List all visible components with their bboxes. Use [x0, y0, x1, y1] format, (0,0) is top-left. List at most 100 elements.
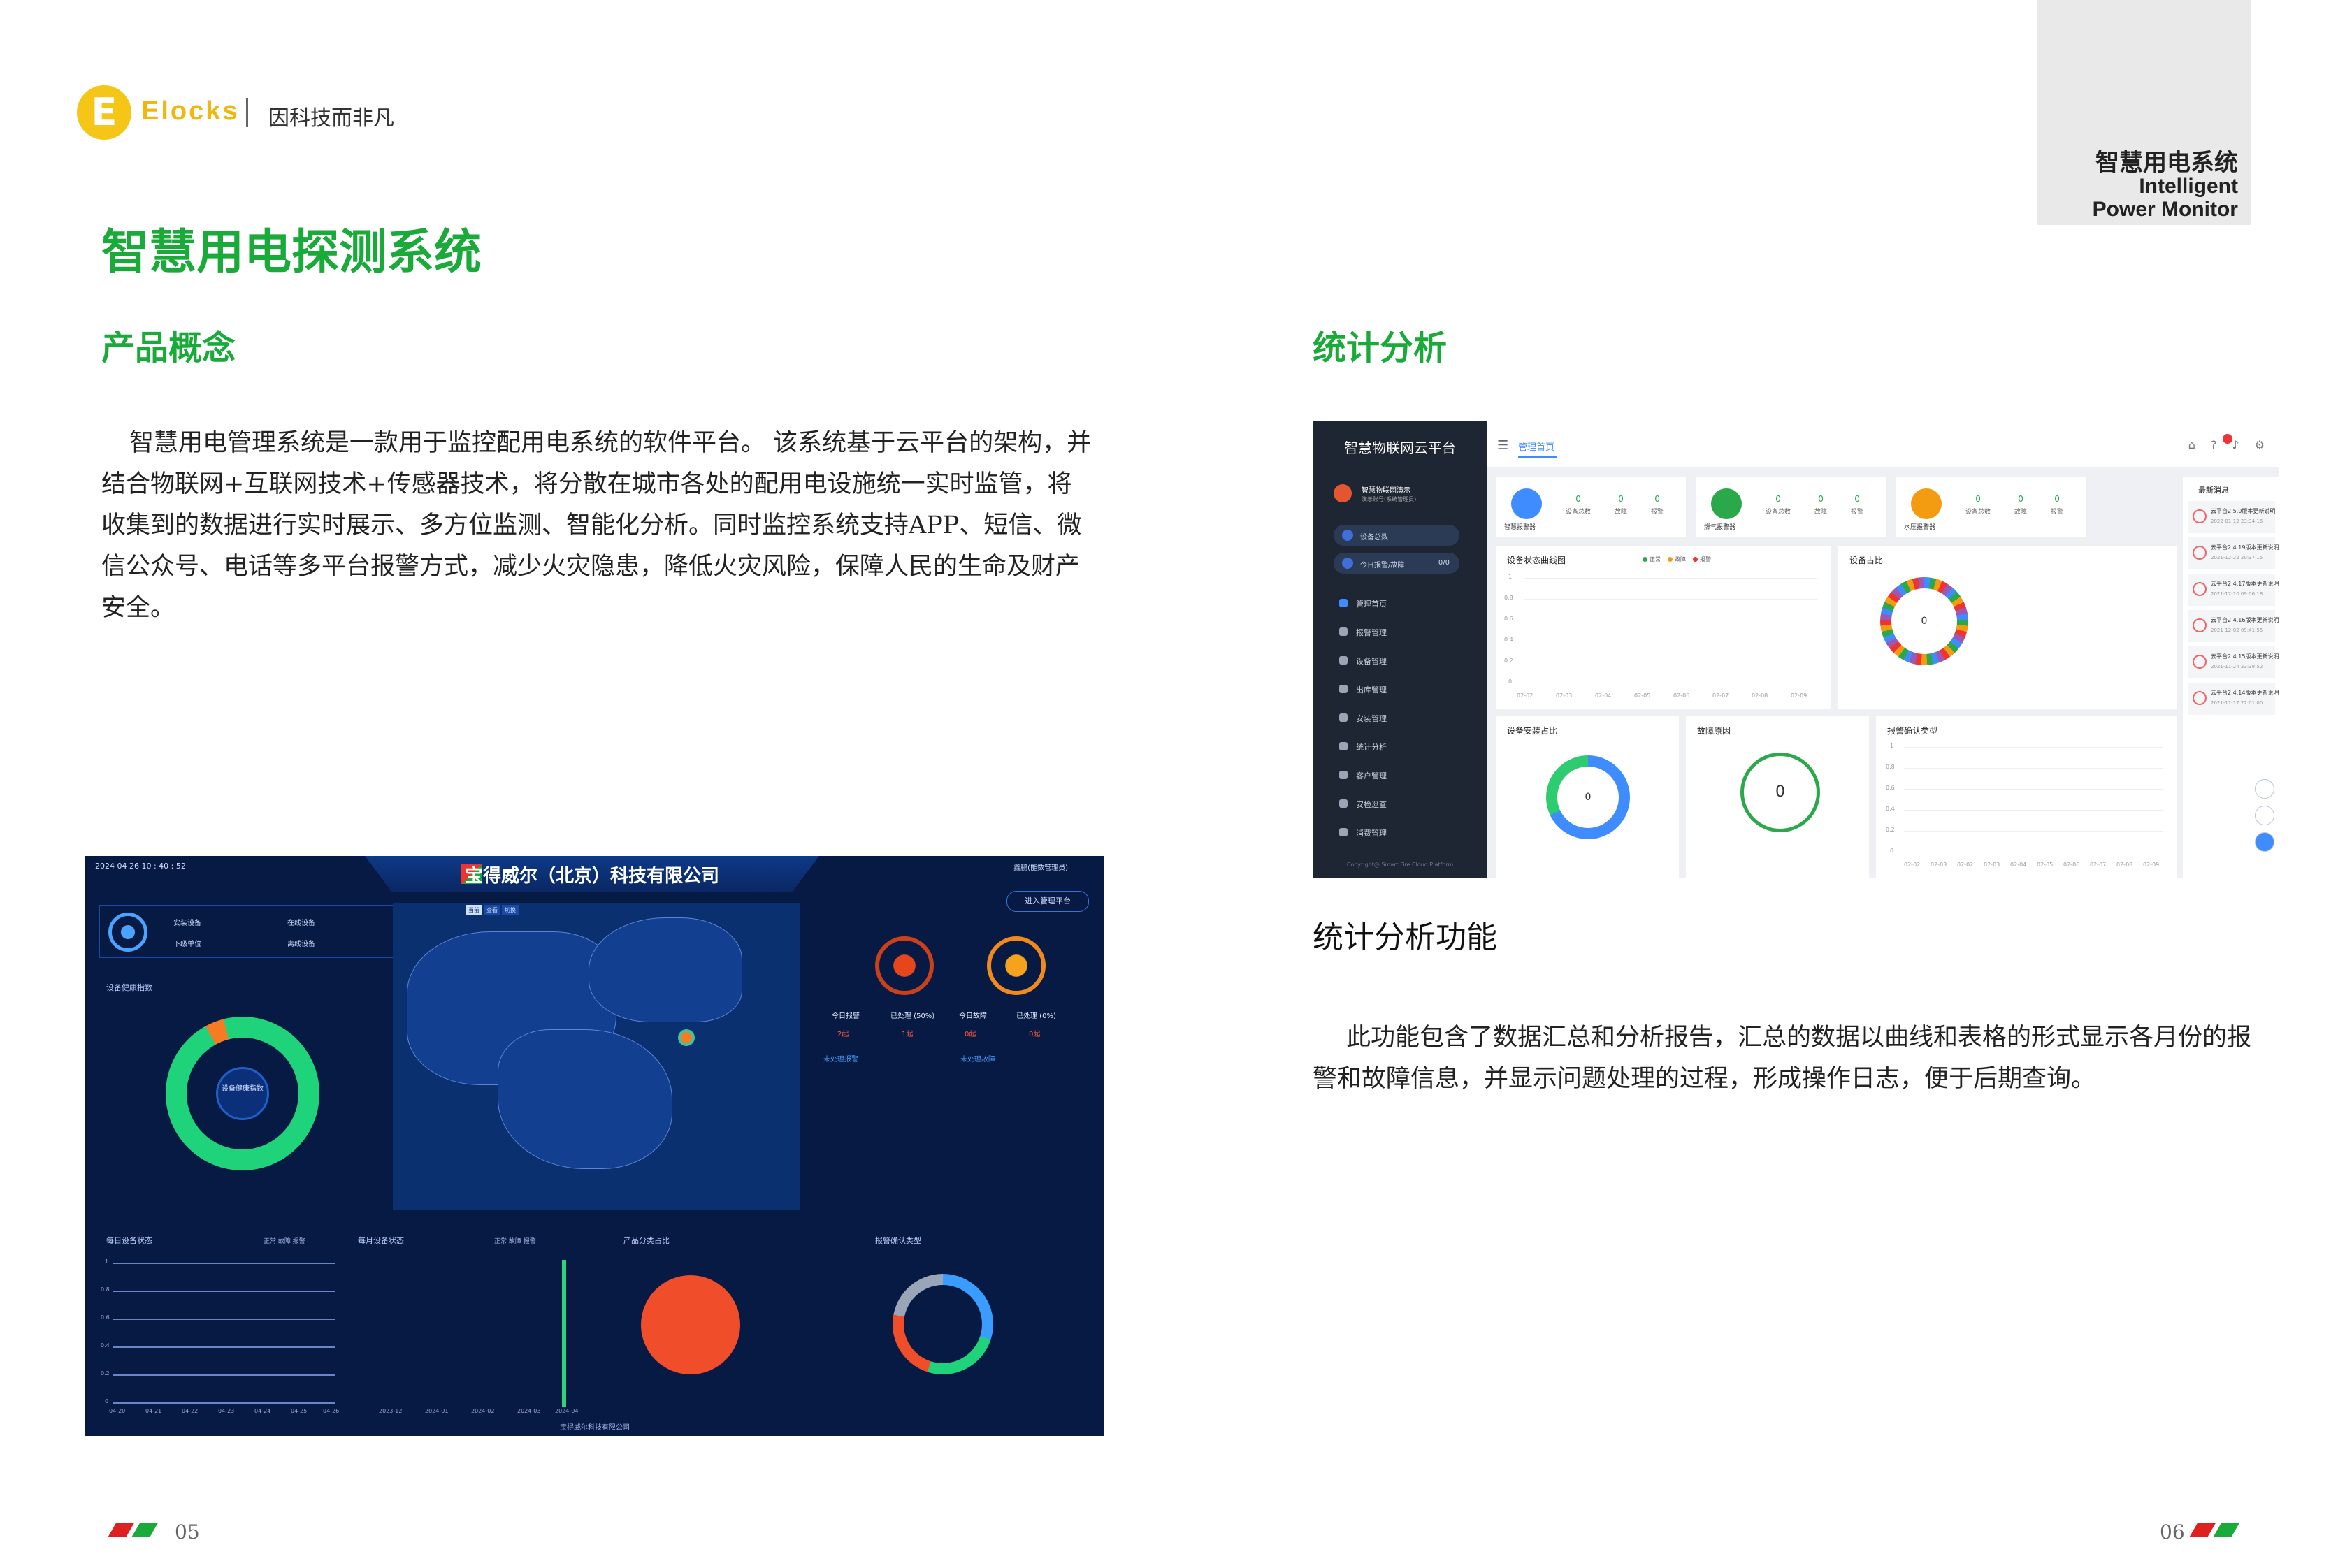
news-item[interactable]: 云平台2.4.19版本更新说明 2021-12-22 20:37:15	[2188, 537, 2279, 569]
x-tick: 02-09	[2143, 862, 2160, 868]
red-stripe	[108, 1523, 134, 1537]
y-tick: 0.6	[101, 1314, 110, 1321]
menu-icon[interactable]: ☰	[1497, 438, 1508, 453]
y-tick: 0.2	[1886, 827, 1895, 833]
grid-line	[1904, 747, 2163, 748]
x-tick: 04-23	[218, 1408, 235, 1414]
x-tick: 2024-03	[517, 1408, 541, 1414]
device-total-pill[interactable]: 设备总数	[1334, 525, 1459, 546]
map-region	[498, 1029, 672, 1169]
stat-alarm: 0 报警	[2051, 494, 2064, 516]
help-icon[interactable]: ?	[2211, 438, 2217, 451]
y-tick: 0.2	[101, 1370, 110, 1377]
map-tab[interactable]: 查看	[484, 905, 500, 915]
grid-line	[1524, 599, 1817, 600]
statistics-heading: 统计分析	[1313, 328, 1448, 368]
x-tick: 02-02	[1517, 692, 1533, 699]
unhandled-fault-link[interactable]: 未处理故障	[960, 1053, 995, 1064]
panel-title: 每日设备状态	[106, 1236, 152, 1245]
news-item[interactable]: 云平台2.4.16版本更新说明 2021-12-02 09:41:55	[2188, 610, 2279, 642]
document-float-button[interactable]	[2255, 806, 2274, 825]
enter-platform-button[interactable]: 进入管理平台	[1006, 891, 1089, 912]
smart-alarm-icon	[1511, 488, 1542, 519]
device-status-curve-card: 设备状态曲线图 正常 故障 报警 1 0.8 0.6 0.4 0.2 0 02-…	[1496, 546, 1831, 709]
sidebar-item-install[interactable]: 安装管理	[1313, 704, 1487, 732]
x-tick: 02-07	[2090, 862, 2107, 868]
gear-icon	[108, 913, 147, 952]
bell-icon	[1342, 558, 1353, 569]
product-concept-heading: 产品概念	[101, 328, 236, 368]
stat-total: 0 设备总数	[1965, 494, 1991, 516]
alarm-stat-label: 今日报警	[832, 1012, 860, 1020]
cloud-user-name: 智慧物联网演示	[1362, 487, 1410, 495]
grid-line	[113, 1319, 335, 1320]
alarm-stat-value: 0起	[965, 1031, 976, 1038]
dash-user[interactable]: 鑫鹏(能数管理员)	[1013, 862, 1068, 872]
gear-icon[interactable]: ⚙	[2255, 438, 2265, 451]
install-donut: 0	[1546, 755, 1630, 839]
grid-line	[1904, 831, 2163, 832]
active-tab-indicator	[1518, 456, 1557, 458]
sidebar-item-alarm[interactable]: 报警管理	[1313, 618, 1487, 646]
news-item[interactable]: 云平台2.4.15版本更新说明 2021-11-24 23:38:52	[2188, 646, 2279, 678]
y-tick: 0.6	[1886, 785, 1895, 791]
x-tick: 02-05	[2037, 862, 2054, 868]
news-item[interactable]: 云平台2.4.17版本更新说明 2021-12-10 09:06:18	[2188, 574, 2279, 606]
y-tick: 0	[1890, 848, 1894, 854]
stat-values: 0 设备总数 0 故障 0 报警	[1965, 494, 2063, 516]
cloud-platform-screenshot: 智慧物联网云平台 智慧物联网演示 演示账号(系统管理员) 设备总数 今日报警/故…	[1313, 421, 2279, 878]
refresh-float-button[interactable]	[2255, 779, 2274, 799]
stat-alarm: 0 报警	[1651, 494, 1664, 516]
news-item[interactable]: 云平台2.5.0版本更新说明 2022-01-12 23:34:16	[2188, 501, 2275, 533]
health-title: 设备健康指数	[106, 983, 152, 992]
cloud-user-role: 演示账号(系统管理员)	[1362, 496, 1417, 502]
sidebar-item-outbound[interactable]: 出库管理	[1313, 675, 1487, 704]
sidebar-item-home[interactable]: 管理首页	[1313, 589, 1487, 618]
summary-label: 下级单位	[173, 941, 201, 948]
share-donut: 0	[1880, 577, 1968, 665]
alarm-today-pill[interactable]: 今日报警/故障 0/0	[1334, 553, 1459, 574]
alarm-confirm-card: 报警确认类型 1 0.8 0.6 0.4 0.2 0 02-02 02-03 0…	[1876, 716, 2177, 878]
health-center: 设备健康指数	[216, 1067, 269, 1120]
page-title: 智慧用电探测系统	[101, 225, 482, 280]
cloud-sidebar: 智慧物联网云平台 智慧物联网演示 演示账号(系统管理员) 设备总数 今日报警/故…	[1313, 421, 1487, 878]
alarm-stat-label: 今日故障	[959, 1012, 987, 1020]
unhandled-alarm-link[interactable]: 未处理报警	[823, 1053, 858, 1064]
sidebar-item-device[interactable]: 设备管理	[1313, 646, 1487, 675]
alarm-stat-value: 2起	[837, 1031, 849, 1038]
alarm-stat-label: 已处理 (50%)	[890, 1012, 935, 1020]
sidebar-item-customer[interactable]: 客户管理	[1313, 761, 1487, 790]
china-map[interactable]	[393, 903, 800, 1210]
x-tick: 04-21	[145, 1408, 162, 1414]
y-tick: 0.6	[1504, 616, 1513, 622]
alarm-icon	[875, 936, 934, 995]
statistics-function-paragraph: 此功能包含了数据汇总和分析报告，汇总的数据以曲线和表格的形式显示各月份的报警和故…	[1313, 1024, 2252, 1093]
panel-title: 每月设备状态	[358, 1236, 404, 1245]
tab-home[interactable]: 管理首页	[1518, 440, 1554, 453]
alarm-stat-value: 1起	[902, 1031, 914, 1038]
truck-icon	[1339, 685, 1348, 693]
brand-slogan: 因科技而非凡	[268, 106, 394, 131]
home-icon[interactable]: ⌂	[2188, 438, 2195, 451]
x-tick: 02-08	[2116, 862, 2133, 868]
map-tab[interactable]: 切换	[502, 905, 519, 915]
chat-float-button[interactable]	[2255, 832, 2274, 852]
corner-label-block: 智慧用电系统 Intelligent Power Monitor	[2037, 0, 2251, 225]
green-stripe	[131, 1523, 158, 1537]
sidebar-item-consumption[interactable]: 消费管理	[1313, 818, 1487, 847]
bell-icon[interactable]: ♪	[2232, 438, 2239, 451]
sidebar-item-statistics[interactable]: 统计分析	[1313, 732, 1487, 761]
sidebar-item-inspection[interactable]: 安检巡查	[1313, 790, 1487, 818]
water-alarm-icon	[1911, 488, 1942, 519]
map-tab[interactable]: 当前	[466, 905, 482, 915]
news-item[interactable]: 云平台2.4.14版本更新说明 2021-11-17 22:01:00	[2188, 683, 2279, 715]
fault-icon	[987, 936, 1046, 995]
dash-footer: 宝得威尔科技有限公司	[560, 1424, 630, 1432]
alarm-stat-value: 0起	[1029, 1031, 1041, 1038]
stat-label: 燃气报警器	[1704, 524, 1736, 531]
map-marker[interactable]	[678, 1029, 695, 1046]
map-region	[589, 917, 742, 1022]
panel-title: 产品分类占比	[623, 1236, 670, 1245]
y-tick: 0.4	[1886, 806, 1895, 812]
home-icon	[1339, 599, 1348, 607]
